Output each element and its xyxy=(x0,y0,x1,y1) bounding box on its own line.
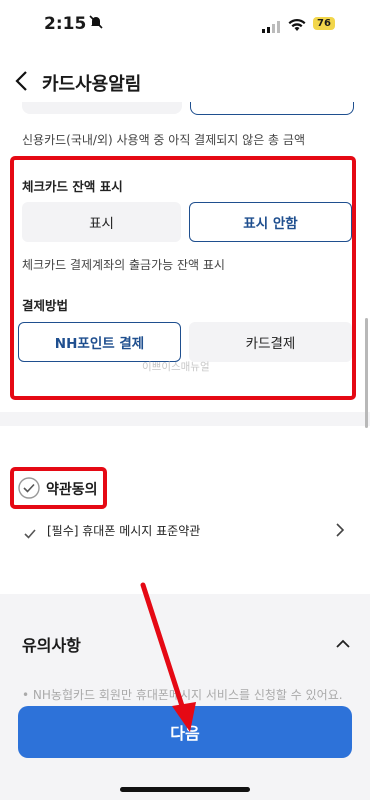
section-divider xyxy=(0,412,370,426)
payment-method-label: 결제방법 xyxy=(22,298,69,313)
check-circle-icon[interactable] xyxy=(18,477,40,503)
check-icon[interactable] xyxy=(24,524,36,543)
chevron-up-icon[interactable] xyxy=(336,634,350,653)
notice-title: 유의사항 xyxy=(22,636,81,655)
credit-option-partial-left[interactable] xyxy=(22,102,182,114)
cell-signal-icon xyxy=(262,18,280,37)
notice-item-text: NH농협카드 회원만 휴대폰메시지 서비스를 신청할 수 있어요. xyxy=(32,688,343,702)
wifi-icon xyxy=(288,17,306,36)
status-bar: 2:15 76 xyxy=(0,0,370,52)
check-balance-show-button[interactable]: 표시 xyxy=(22,202,181,242)
check-balance-hint: 체크카드 결제계좌의 출금가능 잔액 표시 xyxy=(22,258,225,272)
payment-card-button[interactable]: 카드결제 xyxy=(189,322,352,362)
chevron-right-icon[interactable] xyxy=(335,522,345,542)
credit-description: 신용카드(국내/외) 사용액 중 아직 결제되지 않은 총 금액 xyxy=(22,133,305,147)
check-balance-hide-button[interactable]: 표시 안함 xyxy=(189,202,352,242)
page-title: 카드사용알림 xyxy=(42,74,142,95)
watermark-text: 이쁘이스매뉴얼 xyxy=(142,361,210,373)
check-balance-label: 체크카드 잔액 표시 xyxy=(22,179,123,194)
terms-item-label[interactable]: [필수] 휴대폰 메시지 표준약관 xyxy=(47,522,200,539)
notice-item: • NH농협카드 회원만 휴대폰메시지 서비스를 신청할 수 있어요. xyxy=(22,688,343,702)
payment-nh-point-button[interactable]: NH포인트 결제 xyxy=(18,322,181,362)
back-arrow-icon[interactable] xyxy=(14,70,30,96)
bell-muted-icon xyxy=(88,14,104,34)
home-indicator xyxy=(120,787,250,792)
credit-option-partial-right[interactable] xyxy=(190,102,354,115)
agreement-label[interactable]: 약관동의 xyxy=(46,479,98,499)
scrollbar[interactable] xyxy=(365,318,368,428)
nav-bar: 카드사용알림 xyxy=(0,62,370,102)
battery-level: 76 xyxy=(313,17,335,30)
next-button[interactable]: 다음 xyxy=(18,706,352,758)
status-time: 2:15 xyxy=(44,14,87,34)
